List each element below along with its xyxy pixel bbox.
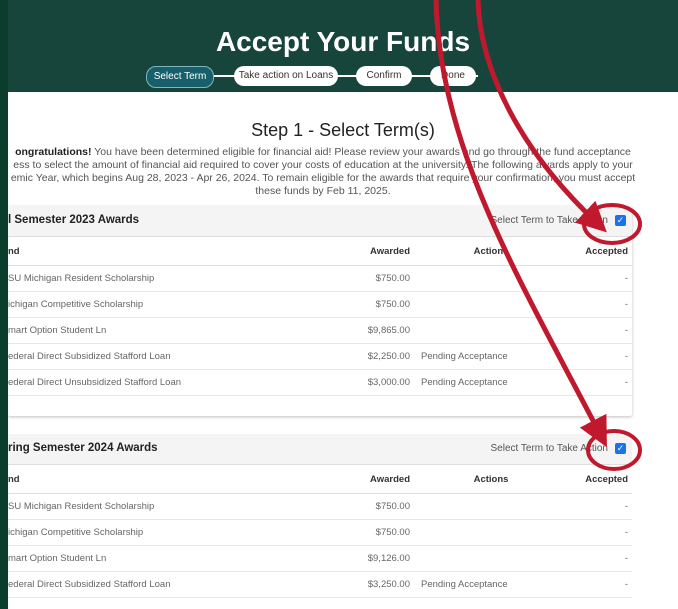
table-row: mart Option Student Ln $9,126.00 - (8, 545, 632, 572)
awarded-amount: $9,865.00 (329, 317, 420, 344)
fund-name: SU Michigan Resident Scholarship (8, 493, 329, 520)
col-header-fund: nd (8, 237, 329, 266)
awarded-amount: $2,250.00 (329, 343, 420, 370)
col-header-fund: nd (8, 465, 329, 494)
fund-name: ederal Direct Subsidized Stafford Loan (8, 343, 329, 370)
table-row: ichigan Competitive Scholarship $750.00 … (8, 519, 632, 546)
awarded-amount: $3,250.00 (329, 571, 420, 598)
intro-line-1: You have been determined eligible for fi… (94, 146, 631, 158)
main-content: Step 1 - Select Term(s) ongratulations! … (8, 92, 678, 609)
select-term-checkbox[interactable]: ✓ (615, 443, 626, 454)
left-edge-bar (0, 0, 8, 609)
accepted-value: - (562, 291, 632, 318)
accepted-value: - (562, 571, 632, 598)
step-select-term[interactable]: Select Term (146, 66, 214, 88)
step-heading: Step 1 - Select Term(s) (251, 120, 435, 140)
accepted-value: - (562, 493, 632, 520)
term-title: ring Semester 2024 Awards (8, 442, 158, 454)
select-term-label: Select Term to Take Action (490, 215, 608, 226)
col-header-awarded: Awarded (329, 237, 420, 266)
awarded-amount: $750.00 (329, 265, 420, 292)
accepted-value: - (562, 343, 632, 370)
table-row: mart Option Student Ln $9,865.00 - (8, 317, 632, 344)
action-status (420, 317, 562, 344)
col-header-awarded: Awarded (329, 465, 420, 494)
table-row: SU Michigan Resident Scholarship $750.00… (8, 493, 632, 520)
fund-name: ederal Direct Unsubsidized Stafford Loan (8, 369, 329, 396)
accepted-value: - (562, 545, 632, 572)
accepted-value: - (562, 519, 632, 546)
table-header-row: nd Awarded Actions Accepted (8, 465, 632, 494)
fund-name: SU Michigan Resident Scholarship (8, 265, 329, 292)
awarded-amount: $750.00 (329, 519, 420, 546)
action-status: Pending Acceptance (420, 571, 562, 598)
progress-stepper: Select Term Take action on Loans Confirm… (8, 66, 678, 88)
action-status (420, 493, 562, 520)
table-row: ederal Direct Subsidized Stafford Loan $… (8, 343, 632, 370)
table-header-row: nd Awarded Actions Accepted (8, 237, 632, 266)
page-title: Accept Your Funds (215, 26, 471, 57)
action-status: Pending Acceptance (420, 369, 562, 396)
action-status: Pending Acceptance (420, 343, 562, 370)
col-header-actions: Actions (420, 465, 562, 494)
intro-line-3: emic Year, which begins Aug 28, 2023 - A… (10, 172, 636, 184)
accepted-value: - (562, 317, 632, 344)
intro-bold: ongratulations! (15, 146, 92, 158)
fund-name: ichigan Competitive Scholarship (8, 291, 329, 318)
intro-line-4: these funds by Feb 11, 2025. (255, 185, 391, 197)
intro-line-2: ess to select the amount of financial ai… (13, 159, 633, 171)
table-row: ederal Direct Subsidized Stafford Loan $… (8, 571, 632, 598)
select-term-checkbox[interactable]: ✓ (615, 215, 626, 226)
term-card-spring-2024: ring Semester 2024 Awards Select Term to… (8, 434, 632, 598)
term-title: l Semester 2023 Awards (8, 214, 140, 226)
accepted-value: - (562, 265, 632, 292)
term-card-header: ring Semester 2024 Awards Select Term to… (8, 434, 632, 465)
step-done[interactable]: Done (430, 66, 476, 86)
step-confirm[interactable]: Confirm (356, 66, 412, 86)
awarded-amount: $3,000.00 (329, 369, 420, 396)
col-header-accepted: Accepted (562, 237, 632, 266)
fund-name: ederal Direct Subsidized Stafford Loan (8, 571, 329, 598)
select-term-label: Select Term to Take Action (490, 443, 608, 454)
awarded-amount: $750.00 (329, 291, 420, 318)
table-row: SU Michigan Resident Scholarship $750.00… (8, 265, 632, 292)
accepted-value: - (562, 369, 632, 396)
col-header-accepted: Accepted (562, 465, 632, 494)
step-take-action-loans[interactable]: Take action on Loans (234, 66, 338, 86)
awarded-amount: $750.00 (329, 493, 420, 520)
action-status (420, 265, 562, 292)
awarded-amount: $9,126.00 (329, 545, 420, 572)
fund-name: mart Option Student Ln (8, 545, 329, 572)
awards-table: nd Awarded Actions Accepted SU Michigan … (8, 465, 632, 598)
term-card-fall-2023: l Semester 2023 Awards Select Term to Ta… (8, 206, 632, 416)
term-card-header: l Semester 2023 Awards Select Term to Ta… (8, 206, 632, 237)
page-header: Accept Your Funds Select Term Take actio… (8, 0, 678, 92)
intro-text: ongratulations! You have been determined… (10, 146, 636, 198)
fund-name: mart Option Student Ln (8, 317, 329, 344)
action-status (420, 291, 562, 318)
awards-table: nd Awarded Actions Accepted SU Michigan … (8, 237, 632, 396)
fund-name: ichigan Competitive Scholarship (8, 519, 329, 546)
col-header-actions: Actions (420, 237, 562, 266)
action-status (420, 519, 562, 546)
table-row: ichigan Competitive Scholarship $750.00 … (8, 291, 632, 318)
action-status (420, 545, 562, 572)
table-row: ederal Direct Unsubsidized Stafford Loan… (8, 369, 632, 396)
